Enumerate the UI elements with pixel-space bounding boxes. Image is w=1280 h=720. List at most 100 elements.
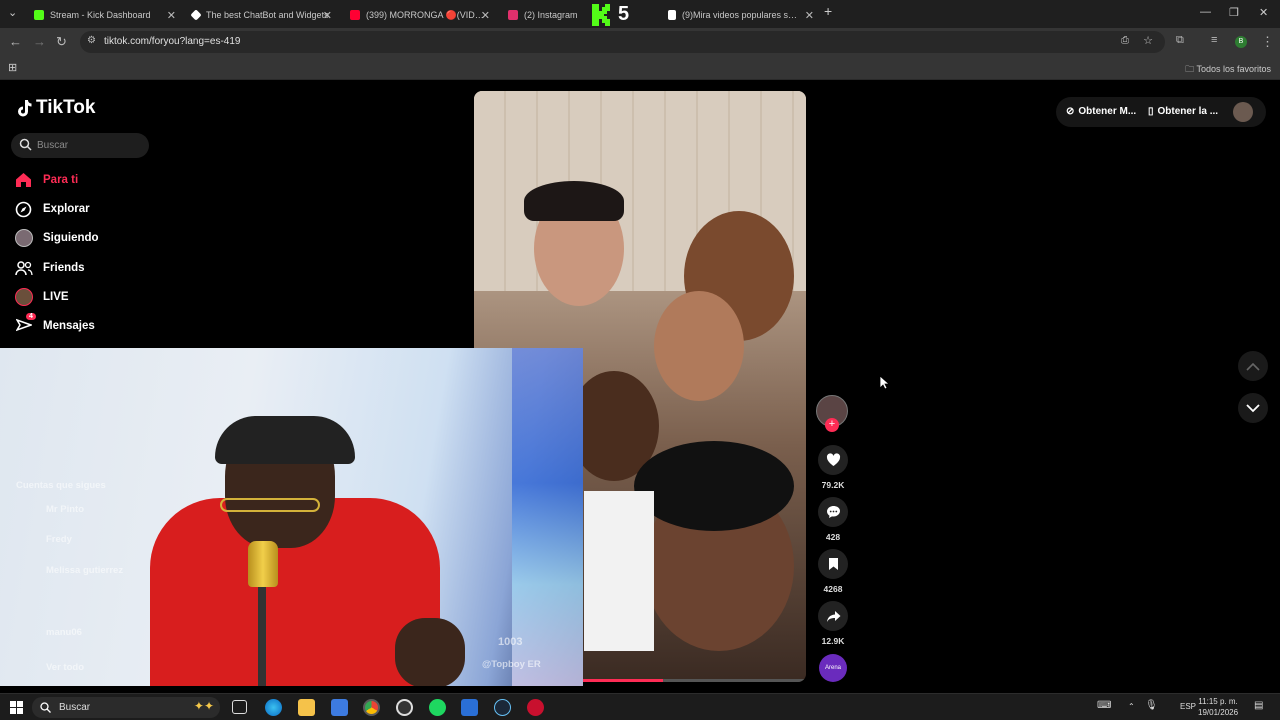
back-icon[interactable]: ← <box>9 34 22 49</box>
messages-badge: 4 <box>26 312 36 320</box>
install-app-icon[interactable]: ⎙ <box>1121 35 1129 46</box>
search-icon <box>19 138 32 151</box>
store-icon[interactable] <box>331 699 348 716</box>
reload-icon[interactable]: ↻ <box>56 34 67 50</box>
tab-youtube[interactable]: (399) MORRONGA 🔴(VIDEO ✕ <box>344 4 494 26</box>
chrome-icon[interactable] <box>363 699 380 716</box>
mic-icon[interactable]: 🎙 <box>1145 700 1158 711</box>
bookmarks-bar: ⊞ 🗀 Todos los favoritos <box>0 56 1280 80</box>
nav-friends[interactable]: Friends <box>14 257 85 279</box>
phone-icon: ▯ <box>1148 106 1154 117</box>
friends-icon <box>14 259 33 278</box>
app-red-icon[interactable] <box>527 699 544 716</box>
close-icon[interactable]: ✕ <box>167 9 176 22</box>
mic-stand <box>258 586 266 686</box>
save-button[interactable]: 4268 <box>816 549 850 594</box>
window-close-icon[interactable]: ✕ <box>1259 6 1268 19</box>
comment-icon <box>826 506 840 518</box>
restore-icon[interactable]: ❐ <box>1229 6 1239 19</box>
follow-plus-icon[interactable]: + <box>825 418 839 432</box>
nav-messages[interactable]: 4 Mensajes <box>14 312 95 337</box>
browser-toolbar: ← → ↻ ⚙ tiktok.com/foryou?lang=es-419 ⎙ … <box>0 28 1280 56</box>
live-avatar <box>14 288 33 307</box>
site-info-icon[interactable]: ⚙ <box>87 35 96 46</box>
app-icon[interactable] <box>461 699 478 716</box>
tray-chevron-icon[interactable]: ⌃ <box>1128 702 1135 711</box>
like-button[interactable]: 79.2K <box>816 445 850 490</box>
user-avatar[interactable] <box>1233 102 1253 122</box>
edge-icon[interactable] <box>265 699 282 716</box>
windows-start-icon[interactable] <box>10 701 23 714</box>
chevron-down-icon <box>1246 403 1260 412</box>
ghost-account: Fredy <box>46 534 72 545</box>
search-icon <box>40 702 51 713</box>
close-icon[interactable]: ✕ <box>323 9 332 22</box>
apps-grid-icon[interactable]: ⊞ <box>8 61 17 74</box>
ghost-account: Melissa gutierrez <box>46 565 124 576</box>
heart-icon <box>826 453 840 466</box>
browser-tab-bar: ⌄ Stream - Kick Dashboard ✕ The best Cha… <box>0 0 1280 28</box>
media-icon[interactable]: ≡ <box>1211 34 1217 46</box>
tab-instagram[interactable]: (2) Instagram <box>502 4 587 26</box>
bookmark-star-icon[interactable]: ☆ <box>1143 34 1153 47</box>
sparkle-icon: ✦✦ <box>193 699 214 713</box>
comment-button[interactable]: 428 <box>816 497 850 542</box>
notifications-icon[interactable]: ▤ <box>1254 700 1263 711</box>
language-indicator[interactable]: ESP <box>1180 702 1196 711</box>
bookmark-icon <box>828 558 838 570</box>
file-explorer-icon[interactable] <box>298 699 315 716</box>
previous-video-button[interactable] <box>1238 351 1268 381</box>
nav-explore[interactable]: Explorar <box>14 198 90 220</box>
nav-following[interactable]: Siguiendo <box>14 227 99 249</box>
minimize-icon[interactable]: — <box>1200 6 1211 18</box>
share-button[interactable]: 12.9K <box>816 601 850 646</box>
overlay-number: 1003 <box>498 636 523 648</box>
profile-avatar[interactable]: B <box>1235 36 1247 48</box>
ghost-account: Mr Pinto <box>46 504 84 515</box>
send-icon: 4 <box>14 312 36 336</box>
new-tab-button[interactable]: + <box>824 3 832 19</box>
chatbot-favicon-icon <box>190 9 202 21</box>
menu-icon[interactable]: ⋮ <box>1261 34 1274 50</box>
app-icon: ⊘ <box>1066 106 1075 117</box>
share-arrow-icon <box>826 610 840 622</box>
overlay-handle: @Topboy ER <box>482 659 541 670</box>
tiktok-logo[interactable]: TikTok <box>16 97 95 119</box>
tab-chatbot[interactable]: The best ChatBot and Widgets ✕ <box>186 4 336 26</box>
get-desktop-button[interactable]: ▯ Obtener la ... <box>1148 106 1218 117</box>
tab-search-icon[interactable]: ⌄ <box>8 6 17 19</box>
taskbar-search[interactable]: Buscar ✦✦ <box>32 697 220 718</box>
spotify-icon[interactable] <box>429 699 446 716</box>
streamer-arm <box>395 618 465 686</box>
close-icon[interactable]: ✕ <box>481 9 490 22</box>
video-shirt <box>584 491 654 651</box>
search-input[interactable]: Buscar <box>11 133 149 158</box>
following-avatar <box>14 229 33 248</box>
task-view-icon[interactable] <box>232 700 247 714</box>
kick-badge: 5 <box>590 2 636 28</box>
home-icon <box>14 171 33 190</box>
keyboard-icon[interactable]: ⌨ <box>1097 700 1111 711</box>
get-app-button[interactable]: ⊘ Obtener M... <box>1066 106 1136 117</box>
tiktok-note-icon <box>18 100 32 117</box>
tab-kick-dashboard[interactable]: Stream - Kick Dashboard ✕ <box>28 4 180 26</box>
clock[interactable]: 11:15 p. m. 19/01/2026 <box>1198 696 1238 718</box>
obs-icon[interactable] <box>396 699 413 716</box>
music-disc[interactable]: Arena <box>819 654 847 682</box>
nav-for-you[interactable]: Para ti <box>14 169 78 191</box>
next-video-button[interactable] <box>1238 393 1268 423</box>
compass-icon <box>14 200 33 219</box>
extensions-icon[interactable]: ⧉ <box>1176 34 1184 47</box>
ghost-account: manu06 <box>46 627 82 638</box>
ghost-see-all: Ver todo <box>46 662 85 673</box>
address-bar[interactable]: ⚙ tiktok.com/foryou?lang=es-419 ⎙ ☆ <box>80 31 1165 53</box>
streamer-cap <box>215 416 355 464</box>
instagram-favicon-icon <box>508 10 518 20</box>
nav-live[interactable]: LIVE <box>14 286 69 308</box>
youtube-favicon-icon <box>350 10 360 20</box>
all-bookmarks-folder[interactable]: 🗀 Todos los favoritos <box>1185 62 1271 78</box>
video-person <box>654 291 744 401</box>
top-right-bar: ⊘ Obtener M... ▯ Obtener la ... <box>1056 97 1266 127</box>
steam-icon[interactable] <box>494 699 511 716</box>
forward-icon[interactable]: → <box>33 34 46 49</box>
